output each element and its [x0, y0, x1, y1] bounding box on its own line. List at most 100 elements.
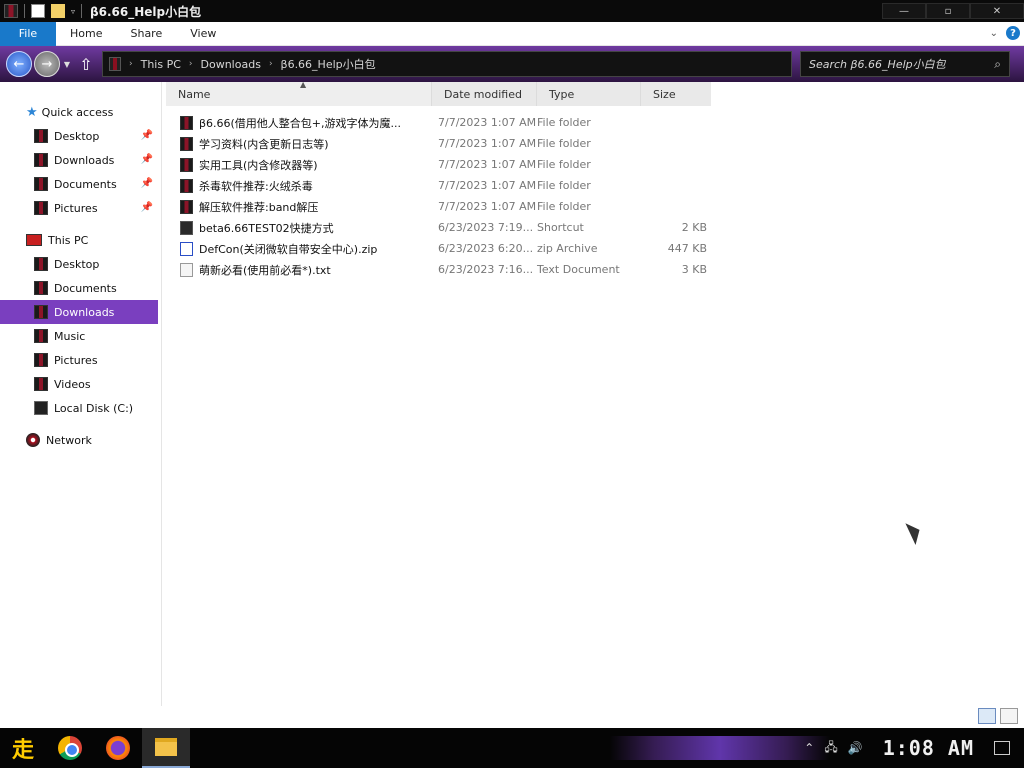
chevron-right-icon[interactable]: › — [129, 59, 133, 69]
address-bar[interactable]: › This PC › Downloads › β6.66_Help小白包 — [102, 51, 792, 77]
sidebar-item-videos[interactable]: Videos — [0, 372, 161, 396]
chevron-right-icon[interactable]: › — [189, 59, 193, 69]
file-size: 3 KB — [681, 263, 707, 276]
folder-icon — [180, 178, 193, 193]
file-list: β6.66(借用他人整合包+,游戏字体为魔... 7/7/2023 1:07 A… — [166, 112, 1024, 280]
sidebar-item-desktop[interactable]: Desktop 📌 — [0, 124, 161, 148]
file-row[interactable]: DefCon(关闭微软自带安全中心).zip 6/23/2023 6:20...… — [166, 238, 1024, 259]
file-row[interactable]: 学习资料(内含更新日志等) 7/7/2023 1:07 AM File fold… — [166, 133, 1024, 154]
sidebar-item-label: Network — [46, 433, 92, 447]
star-icon: ★ — [26, 104, 38, 120]
sidebar-item-documents[interactable]: Documents 📌 — [0, 172, 161, 196]
clock[interactable]: 1:08 AM — [883, 736, 974, 760]
taskbar-decoration — [610, 736, 830, 760]
search-input[interactable]: Search β6.66_Help小白包 ⌕ — [800, 51, 1010, 77]
zip-icon — [180, 241, 193, 256]
file-row[interactable]: 杀毒软件推荐:火绒杀毒 7/7/2023 1:07 AM File folder — [166, 175, 1024, 196]
sidebar-item-label: Documents — [54, 281, 117, 295]
file-row[interactable]: 解压软件推荐:band解压 7/7/2023 1:07 AM File fold… — [166, 196, 1024, 217]
file-row[interactable]: 实用工具(内含修改器等) 7/7/2023 1:07 AM File folde… — [166, 154, 1024, 175]
details-view-icon[interactable] — [978, 708, 996, 724]
downloads-icon — [34, 153, 48, 167]
breadcrumb-this-pc[interactable]: This PC — [141, 58, 181, 71]
pin-icon[interactable]: 📌 — [141, 154, 153, 165]
expand-ribbon-icon[interactable]: ⌄ — [990, 28, 998, 39]
firefox-taskbar-button[interactable] — [94, 728, 142, 768]
breadcrumb-downloads[interactable]: Downloads — [201, 58, 261, 71]
file-name: DefCon(关闭微软自带安全中心).zip — [199, 242, 378, 256]
sidebar-item-network[interactable]: Network — [0, 428, 161, 452]
column-header-type[interactable]: Type — [537, 82, 641, 106]
file-name-cell[interactable]: beta6.66TEST02快捷方式 — [166, 220, 432, 236]
sidebar-item-downloads[interactable]: Downloads 📌 — [0, 148, 161, 172]
forward-button[interactable]: → — [34, 51, 60, 77]
file-name-cell[interactable]: 解压软件推荐:band解压 — [166, 199, 432, 215]
sidebar-item-label: Downloads — [54, 153, 115, 167]
sidebar-item-this-pc[interactable]: This PC — [0, 228, 161, 252]
sort-ascending-icon: ▲ — [300, 80, 307, 89]
chrome-taskbar-button[interactable] — [46, 728, 94, 768]
file-name-cell[interactable]: β6.66(借用他人整合包+,游戏字体为魔... — [166, 115, 432, 131]
action-center-icon[interactable] — [994, 741, 1010, 755]
new-folder-icon[interactable] — [51, 4, 65, 18]
large-icons-view-icon[interactable] — [1000, 708, 1018, 724]
file-type: File folder — [537, 179, 591, 192]
customize-qat-icon[interactable]: ▿ — [71, 7, 75, 16]
chevron-up-icon[interactable]: ⌃ — [804, 741, 814, 755]
close-button[interactable]: ✕ — [970, 3, 1024, 19]
tab-home[interactable]: Home — [56, 22, 116, 46]
tab-share[interactable]: Share — [116, 22, 176, 46]
sidebar-item-pc-pictures[interactable]: Pictures — [0, 348, 161, 372]
minimize-button[interactable]: — — [882, 3, 926, 19]
pin-icon[interactable]: 📌 — [141, 178, 153, 189]
navigation-bar: ← → ▼ ⇧ › This PC › Downloads › β6.66_He… — [0, 46, 1024, 82]
sidebar-item-quick-access[interactable]: ★ Quick access — [0, 100, 161, 124]
recent-locations-chevron-icon[interactable]: ▼ — [62, 51, 72, 77]
column-header-name[interactable]: Name — [166, 82, 432, 106]
pin-icon[interactable]: 📌 — [141, 202, 153, 213]
sidebar-item-pc-downloads[interactable]: Downloads — [0, 300, 158, 324]
column-header-date-modified[interactable]: Date modified — [432, 82, 537, 106]
chevron-right-icon[interactable]: › — [269, 59, 273, 69]
search-icon[interactable]: ⌕ — [994, 57, 1001, 72]
file-row[interactable]: beta6.66TEST02快捷方式 6/23/2023 7:19... Sho… — [166, 217, 1024, 238]
videos-icon — [34, 377, 48, 391]
maximize-button[interactable]: ▫ — [926, 3, 970, 19]
file-name-cell[interactable]: 萌新必看(使用前必看*).txt — [166, 262, 432, 278]
sidebar-item-label: Documents — [54, 177, 117, 191]
sidebar-item-pictures[interactable]: Pictures 📌 — [0, 196, 161, 220]
pin-icon[interactable]: 📌 — [141, 130, 153, 141]
properties-icon[interactable] — [31, 4, 45, 18]
file-type: File folder — [537, 116, 591, 129]
file-size: 2 KB — [681, 221, 707, 234]
start-button[interactable]: 走 — [0, 728, 46, 768]
network-tray-icon[interactable]: 🖧 — [824, 738, 837, 759]
file-date: 6/23/2023 7:16... — [438, 263, 534, 276]
sidebar-item-label: Downloads — [54, 305, 115, 319]
file-row[interactable]: β6.66(借用他人整合包+,游戏字体为魔... 7/7/2023 1:07 A… — [166, 112, 1024, 133]
file-name-cell[interactable]: 杀毒软件推荐:火绒杀毒 — [166, 178, 432, 194]
file-row[interactable]: 萌新必看(使用前必看*).txt 6/23/2023 7:16... Text … — [166, 259, 1024, 280]
file-name-cell[interactable]: 实用工具(内含修改器等) — [166, 157, 432, 173]
up-button[interactable]: ⇧ — [78, 51, 94, 77]
file-type: File folder — [537, 137, 591, 150]
sidebar-item-local-disk[interactable]: Local Disk (C:) — [0, 396, 161, 420]
breadcrumb-current-folder[interactable]: β6.66_Help小白包 — [281, 56, 376, 72]
back-button[interactable]: ← — [6, 51, 32, 77]
volume-icon[interactable]: 🔊 — [848, 741, 863, 755]
sidebar-item-pc-documents[interactable]: Documents — [0, 276, 161, 300]
app-icon[interactable] — [4, 4, 18, 18]
help-icon[interactable]: ? — [1006, 26, 1020, 40]
file-name-cell[interactable]: DefCon(关闭微软自带安全中心).zip — [166, 241, 432, 257]
sidebar-item-music[interactable]: Music — [0, 324, 161, 348]
file-date: 7/7/2023 1:07 AM — [438, 200, 537, 213]
sidebar-item-pc-desktop[interactable]: Desktop — [0, 252, 161, 276]
tab-view[interactable]: View — [176, 22, 230, 46]
file-explorer-taskbar-button[interactable] — [142, 728, 190, 768]
column-header-size[interactable]: Size — [641, 82, 711, 106]
folder-icon — [180, 136, 193, 151]
tab-file[interactable]: File — [0, 21, 56, 46]
file-name-cell[interactable]: 学习资料(内含更新日志等) — [166, 136, 432, 152]
window-title: β6.66_Help小白包 — [90, 4, 202, 19]
